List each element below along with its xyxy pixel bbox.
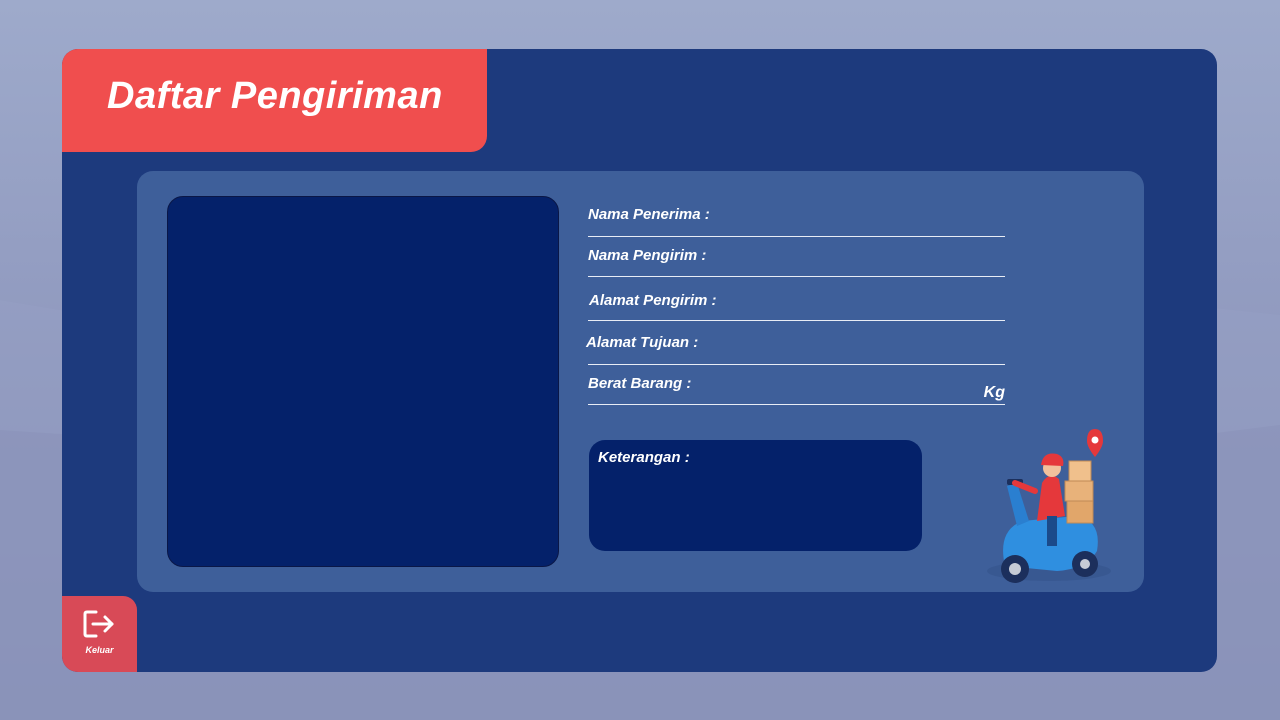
- shipment-card: Nama Penerima : Nama Pengirim : Alamat P…: [137, 171, 1144, 592]
- notes-box[interactable]: Keterangan :: [589, 440, 922, 551]
- field-alamat-pengirim[interactable]: Alamat Pengirim :: [588, 277, 1005, 321]
- logout-icon: [83, 610, 114, 638]
- weight-unit-label: Kg: [983, 384, 1005, 401]
- logout-label: Keluar: [85, 645, 114, 655]
- field-nama-penerima[interactable]: Nama Penerima :: [588, 197, 1005, 237]
- shipping-window: Daftar Pengiriman Nama Penerima : Nama P…: [62, 49, 1217, 672]
- package-photo-panel: [167, 196, 559, 567]
- logout-button[interactable]: Keluar: [62, 596, 137, 672]
- field-label-berat-barang: Berat Barang :: [588, 375, 692, 392]
- title-tab: Daftar Pengiriman: [62, 49, 487, 152]
- field-berat-barang[interactable]: Berat Barang : Kg: [588, 365, 1005, 405]
- field-label-nama-pengirim: Nama Pengirim :: [588, 247, 707, 264]
- field-alamat-tujuan[interactable]: Alamat Tujuan :: [586, 321, 1005, 365]
- field-label-alamat-pengirim: Alamat Pengirim :: [589, 292, 717, 309]
- field-nama-pengirim[interactable]: Nama Pengirim :: [588, 237, 1005, 277]
- field-label-alamat-tujuan: Alamat Tujuan :: [586, 334, 699, 351]
- notes-label: Keterangan :: [598, 449, 690, 466]
- page-title: Daftar Pengiriman: [107, 75, 443, 117]
- delivery-scooter-illustration: [987, 429, 1111, 583]
- field-label-nama-penerima: Nama Penerima :: [588, 206, 710, 223]
